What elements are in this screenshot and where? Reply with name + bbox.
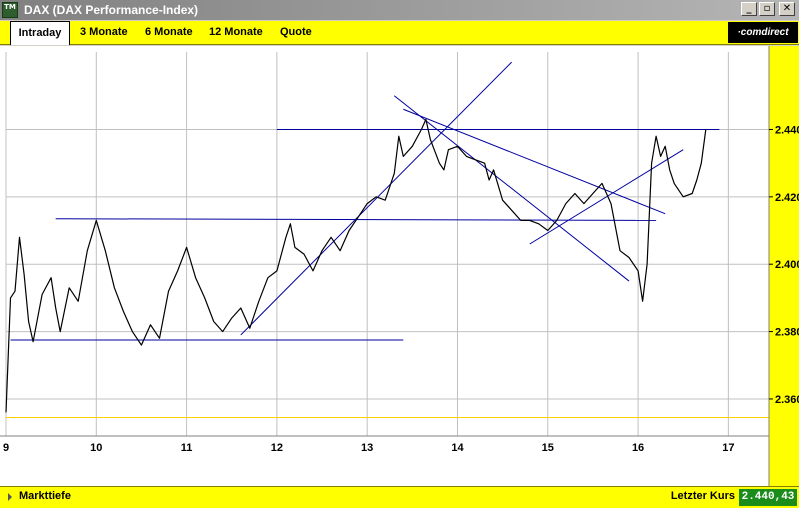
comdirect-logo[interactable]: ·comdirect [728, 22, 798, 43]
app-icon: TM [2, 2, 18, 18]
x-tick-label: 17 [722, 442, 734, 454]
chart-area: 2.360 2.380 2.400 2.420 2.440 9 10 11 12 13 14 15 16… [0, 46, 799, 486]
intraday-chart: 2.360 2.380 2.400 2.420 2.440 9 10 11 12 13 14 15 16… [0, 46, 799, 486]
last-price-label: Letzter Kurs [670, 490, 735, 502]
tab-quote[interactable]: Quote [280, 21, 312, 44]
x-tick-label: 12 [271, 442, 283, 454]
x-tick-label: 14 [451, 442, 464, 454]
window-title: DAX (DAX Performance-Index) [24, 3, 199, 17]
tab-12-monate[interactable]: 12 Monate [209, 21, 263, 44]
x-tick-label: 11 [181, 442, 193, 454]
trend-line [403, 108, 666, 215]
tab-bar: Intraday 3 Monate 6 Monate 12 Monate Quo… [0, 21, 799, 45]
close-button[interactable]: ✕ [779, 2, 795, 16]
markttiefe-button[interactable]: Markttiefe [19, 490, 71, 502]
y-tick-label: 2.360 [775, 394, 799, 406]
status-bar: Markttiefe Letzter Kurs 2.440,43 [0, 486, 799, 508]
restore-button[interactable]: ▫ [759, 2, 775, 16]
title-bar: TM DAX (DAX Performance-Index) _ ▫ ✕ [0, 0, 799, 20]
y-tick-label: 2.420 [775, 192, 799, 204]
minimize-button[interactable]: _ [741, 2, 757, 16]
x-tick-label: 10 [90, 442, 102, 454]
trend-line [393, 95, 630, 282]
x-tick-label: 15 [542, 442, 554, 454]
tab-3-monate[interactable]: 3 Monate [80, 21, 128, 44]
y-tick-label: 2.400 [775, 259, 799, 271]
x-tick-label: 13 [361, 442, 373, 454]
price-series-line [5, 118, 707, 413]
x-tick-label: 9 [3, 442, 9, 454]
last-price-value: 2.440,43 [739, 489, 797, 506]
x-tick-label: 16 [632, 442, 644, 454]
window-controls: _ ▫ ✕ [741, 2, 795, 16]
y-tick-label: 2.380 [775, 327, 799, 339]
y-tick-label: 2.440 [775, 124, 799, 136]
trend-line [240, 61, 513, 336]
tab-6-monate[interactable]: 6 Monate [145, 21, 193, 44]
tab-intraday[interactable]: Intraday [10, 21, 70, 45]
expand-arrow-icon[interactable] [8, 493, 12, 501]
